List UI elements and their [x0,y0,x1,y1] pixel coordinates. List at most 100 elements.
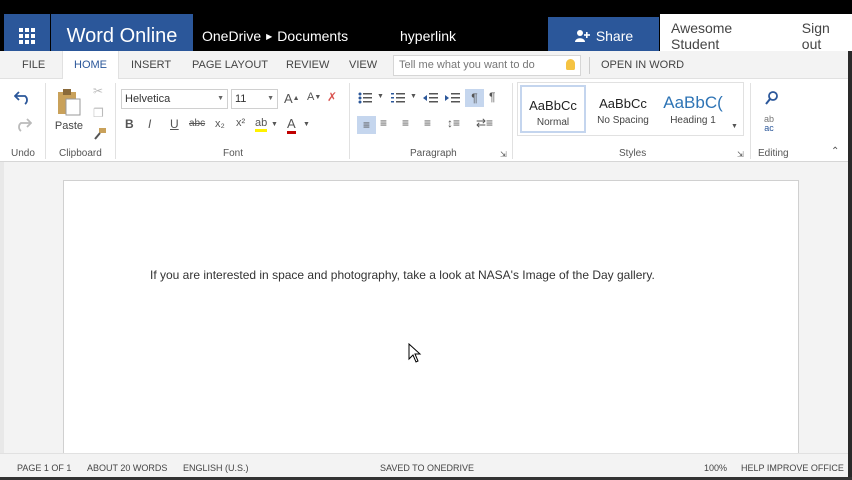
bold-button[interactable]: B [125,117,134,131]
mouse-pointer-icon [408,343,422,363]
chevron-down-icon[interactable]: ▼ [303,121,310,128]
style-heading-1[interactable]: AaBbC( Heading 1 [660,85,726,133]
font-name-select[interactable]: Helvetica ▼ [121,89,228,109]
word-count[interactable]: ABOUT 20 WORDS [87,463,167,473]
decrease-indent-icon[interactable] [423,92,438,104]
sign-out-link[interactable]: Sign out [802,20,852,52]
tab-review[interactable]: REVIEW [286,51,329,79]
style-normal[interactable]: AaBbCc Normal [520,85,586,133]
justify-icon[interactable]: ≡ [424,116,431,130]
share-label: Share [595,27,634,44]
tab-file[interactable]: FILE [22,51,45,79]
align-left-icon[interactable]: ≡ [357,116,376,134]
save-status: SAVED TO ONEDRIVE [380,463,475,473]
copy-icon[interactable]: ❐ [93,106,104,120]
clear-formatting-icon[interactable]: ✗ [327,90,337,104]
dialog-launcher-icon[interactable]: ⇲ [500,150,507,159]
editing-group-label: Editing [758,148,789,159]
format-painter-icon[interactable] [93,127,107,141]
chevron-right-icon: ▶ [266,31,273,41]
tell-me-placeholder: Tell me what you want to do [399,59,535,71]
divider [589,57,590,74]
paragraph-group-label: Paragraph [410,148,457,159]
strikethrough-button[interactable]: abc [189,118,205,129]
replace-icon[interactable]: ab ac [764,115,774,133]
share-button[interactable]: Share [548,17,659,54]
align-center-icon[interactable]: ≡ [380,116,387,130]
lightbulb-icon [566,59,575,70]
chevron-down-icon[interactable]: ▼ [410,93,417,100]
tab-insert[interactable]: INSERT [131,51,171,79]
italic-button[interactable]: I [148,117,151,131]
chevron-down-icon: ▼ [217,95,224,102]
more-styles-icon[interactable]: ▼ [731,123,738,130]
superscript-button[interactable]: x² [236,117,245,129]
chevron-down-icon[interactable]: ▼ [377,93,384,100]
numbering-icon[interactable] [391,92,405,104]
divider [45,83,46,159]
document-page[interactable]: If you are interested in space and photo… [63,180,799,470]
style-no-spacing[interactable]: AaBbCc No Spacing [590,85,656,133]
collapse-ribbon-icon[interactable]: ⌃ [831,146,839,157]
increase-indent-icon[interactable] [445,92,460,104]
subscript-button[interactable]: x₂ [215,118,225,130]
tell-me-search-input[interactable]: Tell me what you want to do [393,55,581,76]
font-name-value: Helvetica [125,93,171,105]
paste-label: Paste [54,120,84,132]
window-edge [848,51,852,480]
open-in-word-button[interactable]: OPEN IN WORD [601,51,684,79]
right-to-left-icon[interactable]: ¶ [489,90,495,104]
tab-view[interactable]: VIEW [349,51,377,79]
divider [750,83,751,159]
grow-font-icon[interactable]: A ▲ [284,91,300,106]
clipboard-icon [58,89,81,116]
breadcrumb-documents[interactable]: Documents [277,28,348,44]
dialog-launcher-icon[interactable]: ⇲ [737,150,744,159]
help-improve-office-link[interactable]: HELP IMPROVE OFFICE [741,463,844,473]
style-name: Heading 1 [670,115,716,126]
breadcrumb-onedrive[interactable]: OneDrive [202,28,261,44]
status-bar: PAGE 1 OF 1 ABOUT 20 WORDS ENGLISH (U.S.… [0,453,852,480]
styles-gallery: AaBbCc Normal AaBbCc No Spacing AaBbC( H… [517,82,744,136]
divider [512,83,513,159]
left-to-right-icon[interactable]: ¶ [465,89,484,107]
shrink-font-icon[interactable]: A ▼ [307,91,321,103]
style-name: No Spacing [597,115,649,126]
paragraph-spacing-icon[interactable]: ⇄≡ [476,116,493,130]
font-group-label: Font [223,148,244,159]
document-paragraph[interactable]: If you are interested in space and photo… [150,267,690,284]
redo-icon[interactable] [14,116,32,132]
highlight-button[interactable]: ab [255,117,268,132]
style-name: Normal [536,117,570,128]
document-canvas[interactable]: If you are interested in space and photo… [0,162,852,470]
waffle-icon [19,28,35,44]
ribbon-tabs: FILE HOME INSERT PAGE LAYOUT REVIEW VIEW… [0,51,852,80]
font-color-button[interactable]: A [287,116,296,134]
ribbon: Undo Paste ✂ ❐ Clipboard Helvetica ▼ 11 … [0,79,852,162]
user-name[interactable]: Awesome Student [671,20,782,52]
find-icon[interactable] [765,91,779,105]
chevron-down-icon: ▼ [267,95,274,102]
style-sample: AaBbCc [599,96,647,111]
style-sample: AaBbC( [663,93,723,112]
font-size-select[interactable]: 11 ▼ [231,89,278,109]
font-size-value: 11 [235,93,247,105]
language-indicator[interactable]: ENGLISH (U.S.) [183,463,249,473]
zoom-level[interactable]: 100% [704,463,727,473]
align-right-icon[interactable]: ≡ [402,116,409,130]
top-bar: Word Online OneDrive ▶ Documents hyperli… [0,0,852,58]
clipboard-group-label: Clipboard [59,148,102,159]
tab-home[interactable]: HOME [62,51,119,80]
undo-icon[interactable] [14,89,32,105]
divider [349,83,350,159]
chevron-down-icon[interactable]: ▼ [271,121,278,128]
underline-button[interactable]: U [170,117,179,131]
divider [115,83,116,159]
page-count: PAGE 1 OF 1 [17,463,72,473]
paste-button[interactable]: Paste [53,83,85,137]
line-spacing-icon[interactable]: ↕≡ [447,116,460,130]
bullets-icon[interactable] [358,92,372,104]
tab-page-layout[interactable]: PAGE LAYOUT [192,51,268,79]
add-person-icon [574,29,590,42]
cut-icon[interactable]: ✂ [93,84,103,98]
